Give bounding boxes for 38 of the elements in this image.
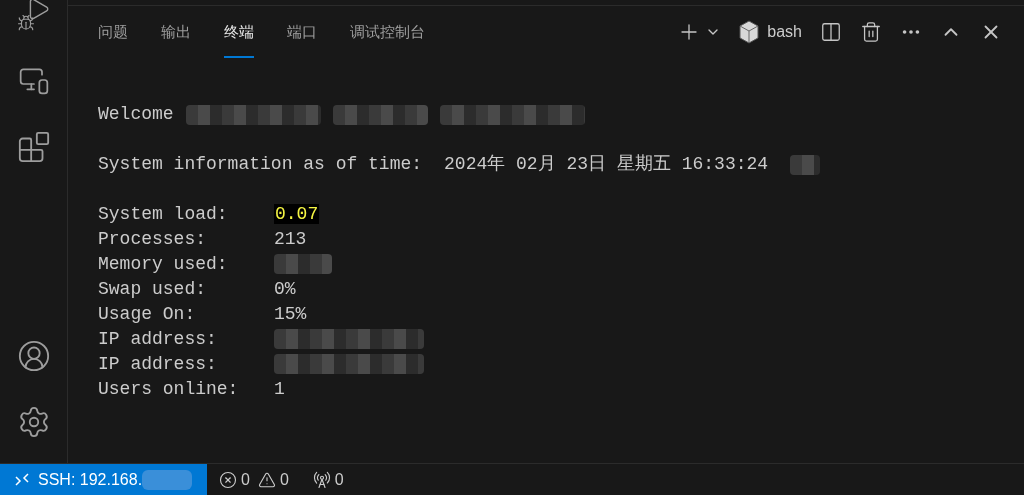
terminal-text: System information as of time: xyxy=(98,153,423,176)
trash-icon[interactable] xyxy=(860,21,882,43)
panel-tab[interactable]: 输出 xyxy=(161,6,191,58)
redacted-block xyxy=(274,254,332,275)
stat-value: 15% xyxy=(274,304,307,324)
redacted-block xyxy=(790,154,821,175)
shell-selector[interactable]: bash xyxy=(739,20,802,44)
cube-icon xyxy=(739,20,760,44)
stat-label: Memory used: xyxy=(98,253,229,276)
stat-value: 213 xyxy=(274,229,307,249)
error-icon xyxy=(219,470,237,489)
remote-indicator[interactable]: SSH: 192.168. xyxy=(0,464,207,495)
stat-label: Users online: xyxy=(98,378,240,401)
stat-label: IP address: xyxy=(98,353,218,376)
stat-label: IP address: xyxy=(98,328,218,351)
stat-value: 1 xyxy=(274,379,285,399)
panel-tab[interactable]: 端口 xyxy=(287,6,317,58)
run-debug-icon[interactable] xyxy=(16,0,51,32)
stat-label: Swap used: xyxy=(98,278,208,301)
split-icon[interactable] xyxy=(820,21,842,43)
stat-label: Processes: xyxy=(98,228,208,251)
panel-tab[interactable]: 终端 xyxy=(224,6,254,58)
extensions-icon[interactable] xyxy=(16,130,51,164)
stat-value: 0% xyxy=(274,279,296,299)
redacted-block xyxy=(142,469,193,490)
panel-tab[interactable]: 调试控制台 xyxy=(350,6,425,58)
account-icon[interactable] xyxy=(16,339,51,373)
stat-label: Usage On: xyxy=(98,303,197,326)
terminal-text: 2024年 02月 23日 星期五 16:33:24 xyxy=(444,153,769,176)
stat-label: System load: xyxy=(98,203,229,226)
terminal-text: Welcome xyxy=(98,103,174,126)
antenna-icon xyxy=(312,470,331,489)
panel-tab[interactable]: 问题 xyxy=(98,6,128,58)
stat-value: 0.07 xyxy=(274,204,320,224)
problems-indicator[interactable]: 0 0 xyxy=(219,467,289,492)
ports-indicator[interactable]: 0 xyxy=(312,467,344,492)
warning-icon xyxy=(257,470,276,489)
remote-icon xyxy=(14,471,30,488)
